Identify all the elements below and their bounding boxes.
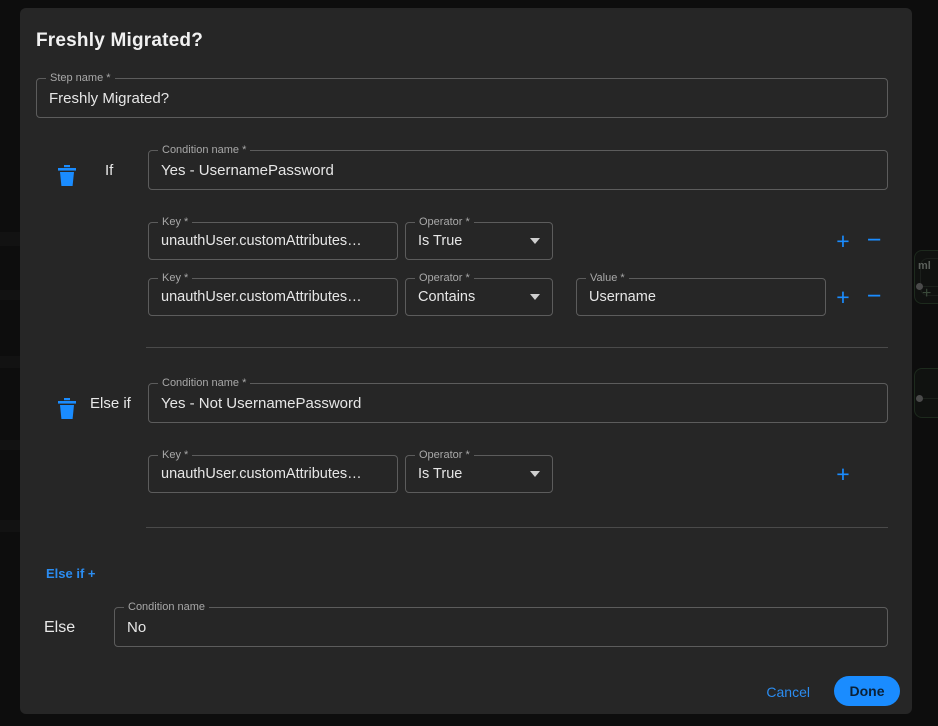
key-value: unauthUser.customAttributes… xyxy=(161,466,362,482)
bg-strip xyxy=(0,290,20,300)
branch-divider xyxy=(146,347,888,348)
operator-select-if-rule-2[interactable]: Operator * Contains xyxy=(405,272,553,316)
value-value: Username xyxy=(589,289,656,305)
chevron-down-icon[interactable] xyxy=(530,471,540,477)
chevron-down-icon[interactable] xyxy=(530,294,540,300)
key-value: unauthUser.customAttributes… xyxy=(161,233,362,249)
page-title: Freshly Migrated? xyxy=(36,30,204,51)
step-name-field[interactable]: Step name * Freshly Migrated? xyxy=(36,72,888,118)
operator-value: Contains xyxy=(418,289,476,305)
cancel-button[interactable]: Cancel xyxy=(766,684,810,700)
condition-name-field-else[interactable]: Condition name No xyxy=(114,601,888,647)
condition-name-field-else-if[interactable]: Condition name * Yes - Not UsernamePassw… xyxy=(148,377,888,423)
condition-name-value: Yes - Not UsernamePassword xyxy=(161,394,362,412)
bg-strip xyxy=(0,520,20,532)
key-field-else-if-rule-1[interactable]: Key * unauthUser.customAttributes… xyxy=(148,449,398,493)
key-field-if-rule-2[interactable]: Key * unauthUser.customAttributes… xyxy=(148,272,398,316)
add-else-if-link[interactable]: Else if + xyxy=(46,566,96,581)
trash-icon[interactable] xyxy=(56,397,78,421)
trash-icon[interactable] xyxy=(56,164,78,188)
value-field-if-rule-2[interactable]: Value * Username xyxy=(576,272,826,316)
operator-select-if-rule-1[interactable]: Operator * Is True xyxy=(405,216,553,260)
remove-rule-button-if-1[interactable]: − xyxy=(863,228,885,253)
condition-name-value: Yes - UsernamePassword xyxy=(161,161,334,179)
condition-step-modal: Freshly Migrated? Step name * Freshly Mi… xyxy=(20,8,912,714)
bg-add-icon: + xyxy=(922,285,932,302)
bg-flow-node xyxy=(914,368,938,418)
add-rule-button-if-2[interactable]: + xyxy=(832,286,854,309)
branch-keyword-else-if: Else if xyxy=(90,395,131,412)
branch-divider xyxy=(146,527,888,528)
operator-select-else-if-rule-1[interactable]: Operator * Is True xyxy=(405,449,553,493)
done-button[interactable]: Done xyxy=(834,676,900,706)
remove-rule-button-if-2[interactable]: − xyxy=(863,284,885,309)
add-rule-button-if-1[interactable]: + xyxy=(832,230,854,253)
operator-value: Is True xyxy=(418,233,463,249)
step-name-value: Freshly Migrated? xyxy=(49,89,170,107)
bg-edge xyxy=(923,398,938,399)
bg-strip xyxy=(0,356,20,368)
add-rule-button-else-if-1[interactable]: + xyxy=(832,463,854,486)
bg-strip xyxy=(0,440,20,450)
key-field-if-rule-1[interactable]: Key * unauthUser.customAttributes… xyxy=(148,216,398,260)
bg-node-label: ml xyxy=(918,260,931,272)
bg-strip xyxy=(0,232,20,246)
condition-name-value: No xyxy=(127,618,147,636)
operator-value: Is True xyxy=(418,466,463,482)
chevron-down-icon[interactable] xyxy=(530,238,540,244)
bg-node-port xyxy=(916,395,923,402)
branch-keyword-else: Else xyxy=(44,619,76,636)
condition-name-field-if[interactable]: Condition name * Yes - UsernamePassword xyxy=(148,144,888,190)
branch-keyword-if: If xyxy=(105,162,114,179)
key-value: unauthUser.customAttributes… xyxy=(161,289,362,305)
